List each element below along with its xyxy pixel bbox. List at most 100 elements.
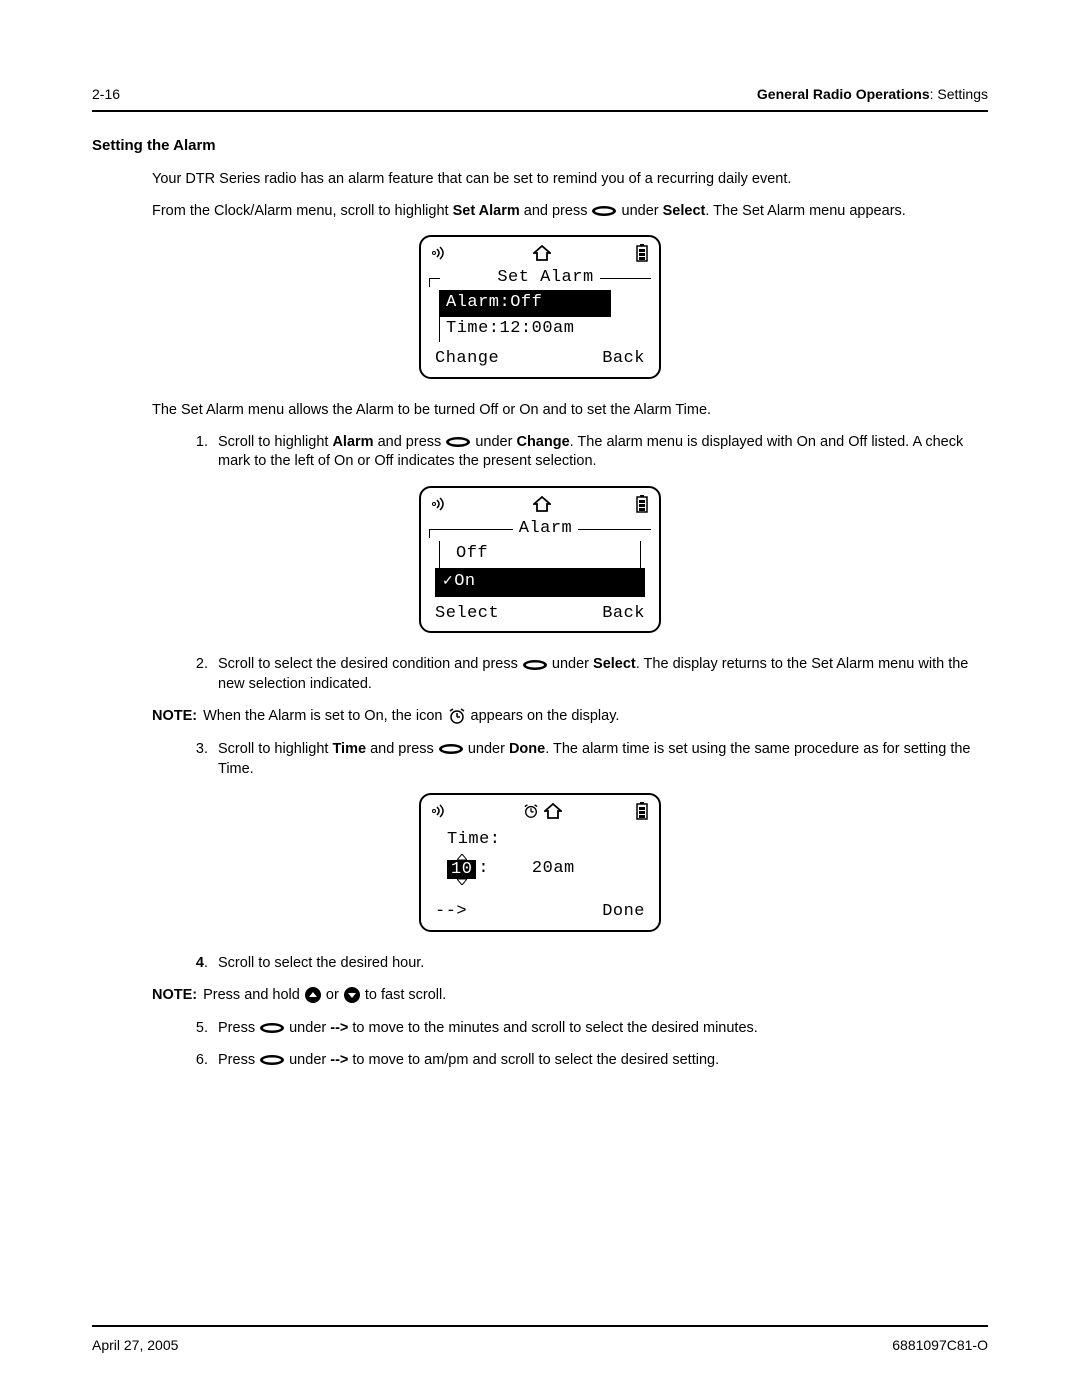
- lcd1-title: Set Alarm: [491, 267, 599, 290]
- lcd2-softkey-right: Back: [602, 603, 645, 626]
- home-icon: [533, 245, 551, 261]
- step-4-number: 4.: [180, 954, 218, 974]
- p2-part-c: and press: [520, 203, 592, 219]
- step6-c: -->: [330, 1052, 348, 1068]
- lcd1-softkey-left: Change: [435, 348, 499, 371]
- step1-c: and press: [374, 434, 446, 450]
- signal-icon: [431, 497, 449, 511]
- step6-a: Press: [218, 1052, 259, 1068]
- step-5-number: 5.: [180, 1019, 218, 1039]
- note2-c: to fast scroll.: [361, 987, 446, 1003]
- step-2: 2. Scroll to select the desired conditio…: [180, 655, 988, 694]
- step2-b: under: [548, 656, 593, 672]
- note2-b: or: [322, 987, 343, 1003]
- step2-c: Select: [593, 656, 636, 672]
- lcd2-off-text: Off: [456, 544, 488, 563]
- step6-b: under: [285, 1052, 330, 1068]
- lcd-screenshot-alarm: Alarm Off ✓On Select Back: [419, 486, 661, 634]
- step1-b: Alarm: [332, 434, 373, 450]
- header-section: General Radio Operations: Settings: [757, 85, 988, 104]
- header-section-bold: General Radio Operations: [757, 86, 930, 102]
- lcd3-rest: : 20am: [478, 858, 574, 881]
- signal-icon: [431, 804, 449, 818]
- step-5: 5. Press under --> to move to the minute…: [180, 1019, 988, 1039]
- step3-a: Scroll to highlight: [218, 741, 332, 757]
- header-section-rest: : Settings: [930, 86, 988, 102]
- step3-b: Time: [332, 741, 366, 757]
- intro-paragraph-1: Your DTR Series radio has an alarm featu…: [152, 170, 988, 190]
- p2-part-a: From the Clock/Alarm menu, scroll to hig…: [152, 203, 453, 219]
- step-3-number: 3.: [180, 740, 218, 779]
- battery-icon: [635, 244, 649, 262]
- note2-a: Press and hold: [203, 987, 304, 1003]
- header-rule: [92, 110, 988, 112]
- step5-c: -->: [330, 1020, 348, 1036]
- lcd1-row-alarm: Alarm:Off: [439, 290, 611, 317]
- lcd2-row-off: Off: [439, 541, 641, 568]
- lcd3-softkey-right: Done: [602, 901, 645, 924]
- section-heading: Setting the Alarm: [92, 136, 988, 156]
- softkey-icon: [522, 659, 548, 671]
- step3-e: Done: [509, 741, 545, 757]
- home-icon: [544, 803, 562, 819]
- softkey-icon: [259, 1054, 285, 1066]
- home-icon: [533, 496, 551, 512]
- lcd2-title: Alarm: [513, 518, 579, 541]
- intro-paragraph-2: From the Clock/Alarm menu, scroll to hig…: [152, 202, 988, 222]
- p2-part-d: under: [617, 203, 662, 219]
- step-6: 6. Press under --> to move to am/pm and …: [180, 1051, 988, 1071]
- battery-icon: [635, 495, 649, 513]
- step-4: 4. Scroll to select the desired hour.: [180, 954, 988, 974]
- softkey-icon: [445, 436, 471, 448]
- note-2: NOTE: Press and hold or to fast scroll.: [152, 986, 988, 1006]
- page-footer: April 27, 2005 6881097C81-O: [92, 1336, 988, 1355]
- page-number: 2-16: [92, 85, 120, 104]
- step2-a: Scroll to select the desired condition a…: [218, 656, 522, 672]
- up-button-icon: [304, 986, 322, 1004]
- step-1-number: 1.: [180, 433, 218, 472]
- step1-e: Change: [516, 434, 569, 450]
- note-1-label: NOTE:: [152, 707, 203, 727]
- footer-docnum: 6881097C81-O: [892, 1336, 988, 1355]
- softkey-icon: [438, 743, 464, 755]
- checkmark-icon: ✓: [442, 572, 454, 588]
- page-header: 2-16 General Radio Operations: Settings: [92, 85, 988, 110]
- down-arrow-icon: [457, 879, 467, 885]
- paragraph-3: The Set Alarm menu allows the Alarm to b…: [152, 401, 988, 421]
- step5-b: under: [285, 1020, 330, 1036]
- alarm-clock-icon: [522, 803, 540, 819]
- lcd2-softkey-left: Select: [435, 603, 499, 626]
- step-2-number: 2.: [180, 655, 218, 694]
- step-6-number: 6.: [180, 1051, 218, 1071]
- signal-icon: [431, 246, 449, 260]
- lcd3-title: Time:: [439, 829, 645, 852]
- step4-text: Scroll to select the desired hour.: [218, 954, 988, 974]
- step1-a: Scroll to highlight: [218, 434, 332, 450]
- alarm-clock-icon: [447, 707, 467, 725]
- lcd-screenshot-time: Time: 10 : 20am --> Done: [419, 793, 661, 932]
- down-button-icon: [343, 986, 361, 1004]
- lcd1-softkey-right: Back: [602, 348, 645, 371]
- lcd-screenshot-setalarm: Set Alarm Alarm:Off Time:12:00am Change …: [419, 235, 661, 379]
- note-1: NOTE: When the Alarm is set to On, the i…: [152, 707, 988, 727]
- step3-d: under: [464, 741, 509, 757]
- step5-a: Press: [218, 1020, 259, 1036]
- lcd2-row-on: ✓On: [435, 568, 645, 597]
- lcd1-row-time: Time:12:00am: [439, 317, 651, 342]
- step4-num-bold: 4: [196, 955, 204, 971]
- step-1: 1. Scroll to highlight Alarm and press u…: [180, 433, 988, 472]
- note1-b: appears on the display.: [467, 708, 620, 724]
- battery-icon: [635, 802, 649, 820]
- p2-bold-setalarm: Set Alarm: [453, 203, 520, 219]
- footer-date: April 27, 2005: [92, 1336, 178, 1355]
- step4-dot: .: [204, 955, 208, 971]
- lcd2-on-text: On: [454, 572, 475, 591]
- lcd3-softkey-left: -->: [435, 901, 467, 924]
- p2-part-f: . The Set Alarm menu appears.: [705, 203, 905, 219]
- lcd3-hour: 10: [447, 860, 476, 879]
- step1-d: under: [471, 434, 516, 450]
- step6-d: to move to am/pm and scroll to select th…: [348, 1052, 719, 1068]
- step-3: 3. Scroll to highlight Time and press un…: [180, 740, 988, 779]
- note1-a: When the Alarm is set to On, the icon: [203, 708, 446, 724]
- note-2-label: NOTE:: [152, 986, 203, 1006]
